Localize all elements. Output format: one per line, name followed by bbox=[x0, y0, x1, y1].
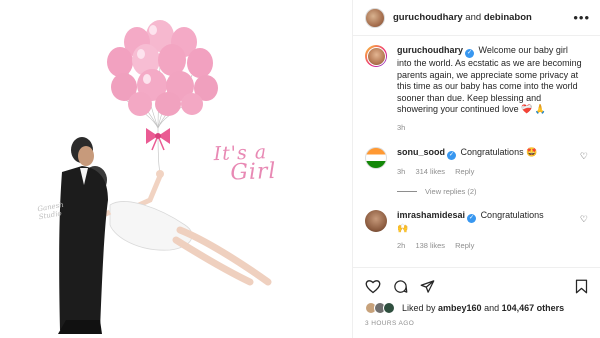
comment-reply-button[interactable]: Reply bbox=[455, 241, 474, 250]
commenter-username-link[interactable]: imrashamidesai bbox=[397, 210, 465, 220]
comment-like-heart-icon[interactable]: ♡ bbox=[580, 151, 588, 162]
comment-reply-button[interactable]: Reply bbox=[455, 167, 474, 176]
liked-by-joiner: and bbox=[481, 303, 502, 313]
view-replies-button[interactable]: View replies (2) bbox=[397, 187, 588, 196]
save-bookmark-icon[interactable] bbox=[575, 279, 588, 294]
post-header: guruchoudhary and debinabon ••• bbox=[353, 0, 600, 36]
comment-meta: 2h 138 likes Reply bbox=[397, 240, 577, 251]
post-illustration bbox=[58, 20, 272, 334]
replies-divider bbox=[397, 191, 417, 192]
post-image[interactable]: It's a Girl Ganesh Studio bbox=[0, 0, 352, 338]
comment-time[interactable]: 2h bbox=[397, 241, 405, 250]
comment-bubble-icon[interactable] bbox=[393, 279, 408, 294]
man-figure bbox=[58, 137, 108, 334]
comment-emoji: 🤩 bbox=[526, 147, 538, 157]
caption-time[interactable]: 3h bbox=[397, 122, 582, 134]
caption-username-link[interactable]: guruchoudhary bbox=[397, 45, 463, 55]
post-actions: Liked by ambey160 and 104,467 others 3 H… bbox=[353, 267, 600, 327]
post-sidebar: guruchoudhary and debinabon ••• guruchou… bbox=[352, 0, 600, 338]
share-paper-plane-icon[interactable] bbox=[420, 279, 435, 294]
view-replies-label: View replies (2) bbox=[425, 187, 477, 196]
caption-emojis: ❤️‍🩹 🙏 bbox=[521, 104, 547, 114]
liker-avatar[interactable] bbox=[383, 302, 395, 314]
liked-by-prefix: Liked by bbox=[402, 303, 439, 313]
verified-badge-icon: ✓ bbox=[467, 214, 477, 223]
verified-badge-icon: ✓ bbox=[465, 49, 475, 58]
caption-avatar[interactable] bbox=[365, 45, 387, 67]
comment-text: Congratulations bbox=[460, 147, 524, 157]
collaborator-username-link[interactable]: debinabon bbox=[484, 12, 532, 23]
announcement-line-2: Girl bbox=[229, 158, 277, 186]
comment-likes-link[interactable]: 314 likes bbox=[415, 167, 445, 176]
comment-emoji: 🙌 bbox=[397, 223, 409, 233]
caption-text: Welcome our baby girl into the world. As… bbox=[397, 45, 582, 114]
liker-avatars bbox=[365, 302, 395, 314]
comment-meta: 3h 314 likes Reply bbox=[397, 166, 577, 177]
announcement-text: It's a Girl bbox=[213, 141, 277, 186]
author-avatar[interactable] bbox=[365, 7, 385, 28]
like-heart-icon[interactable] bbox=[365, 279, 381, 294]
liked-by-user-link[interactable]: ambey160 bbox=[438, 303, 482, 313]
more-horizontal-icon[interactable]: ••• bbox=[573, 11, 590, 24]
commenter-avatar[interactable] bbox=[365, 210, 387, 232]
comment-item: sonu_sood ✓ Congratulations 🤩 3h 314 like… bbox=[365, 147, 588, 177]
commenter-username-link[interactable]: sonu_sood bbox=[397, 147, 445, 157]
comment-time[interactable]: 3h bbox=[397, 167, 405, 176]
liked-by-others-link[interactable]: 104,467 others bbox=[502, 303, 565, 313]
comment-likes-link[interactable]: 138 likes bbox=[415, 241, 445, 250]
comment-item: imrashamidesai ✓ Congratulations 🙌 2h 138… bbox=[365, 210, 588, 251]
commenter-avatar[interactable] bbox=[365, 147, 387, 169]
author-username-link[interactable]: guruchoudhary bbox=[393, 12, 463, 23]
post-authors: guruchoudhary and debinabon bbox=[393, 12, 573, 23]
authors-joiner: and bbox=[462, 12, 484, 23]
post-modal: It's a Girl Ganesh Studio guruchoudhary … bbox=[0, 0, 600, 338]
comment-text: Congratulations bbox=[480, 210, 544, 220]
comments-scroll-area[interactable]: guruchoudhary ✓ Welcome our baby girl int… bbox=[353, 37, 600, 266]
post-timestamp[interactable]: 3 HOURS AGO bbox=[365, 320, 588, 327]
likes-summary: Liked by ambey160 and 104,467 others bbox=[365, 302, 588, 314]
post-caption: guruchoudhary ✓ Welcome our baby girl int… bbox=[365, 45, 588, 133]
action-bar bbox=[365, 278, 588, 294]
verified-badge-icon: ✓ bbox=[447, 151, 457, 160]
balloon-cluster bbox=[107, 20, 218, 116]
comment-like-heart-icon[interactable]: ♡ bbox=[580, 214, 588, 225]
